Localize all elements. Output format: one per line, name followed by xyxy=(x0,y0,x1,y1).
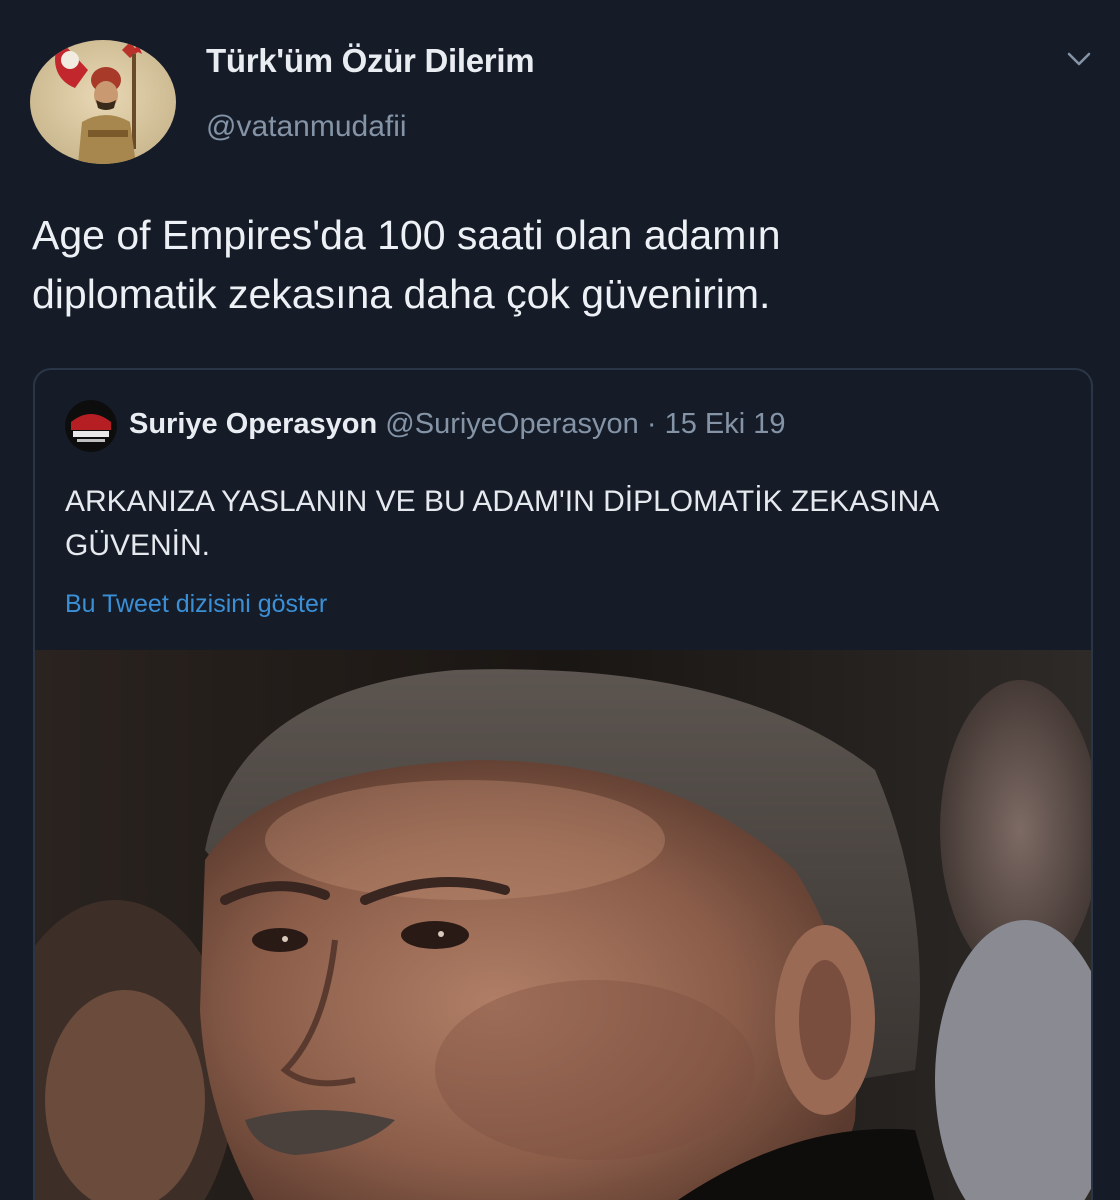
quoted-date[interactable]: 15 Eki 19 xyxy=(665,408,786,440)
show-thread-link[interactable]: Bu Tweet dizisini göster xyxy=(65,590,327,619)
quoted-handle[interactable]: @SuriyeOperasyon xyxy=(385,408,639,440)
quoted-tweet-photo[interactable] xyxy=(35,650,1091,1200)
portrait-image xyxy=(35,650,1091,1200)
separator-dot: · xyxy=(638,408,665,440)
quoted-avatar xyxy=(65,400,117,452)
chevron-down-icon[interactable] xyxy=(1062,42,1096,76)
user-handle[interactable]: @vatanmudafii xyxy=(206,110,407,144)
quoted-display-name[interactable]: Suriye Operasyon xyxy=(129,408,377,440)
user-avatar[interactable] xyxy=(30,40,176,164)
display-name[interactable]: Türk'üm Özür Dilerim xyxy=(206,42,535,80)
quoted-header: Suriye Operasyon @SuriyeOperasyon · 15 E… xyxy=(129,408,785,441)
tweet: Türk'üm Özür Dilerim @vatanmudafii Age o… xyxy=(0,0,1120,1200)
quoted-tweet-text: ARKANIZA YASLANIN VE BU ADAM'IN DİPLOMAT… xyxy=(65,485,938,562)
avatar-image xyxy=(30,40,176,164)
quoted-tweet-card[interactable]: Suriye Operasyon @SuriyeOperasyon · 15 E… xyxy=(33,368,1093,1200)
tweet-text: Age of Empires'da 100 saati olan adamın … xyxy=(32,212,781,317)
quoted-avatar-image xyxy=(65,400,117,452)
